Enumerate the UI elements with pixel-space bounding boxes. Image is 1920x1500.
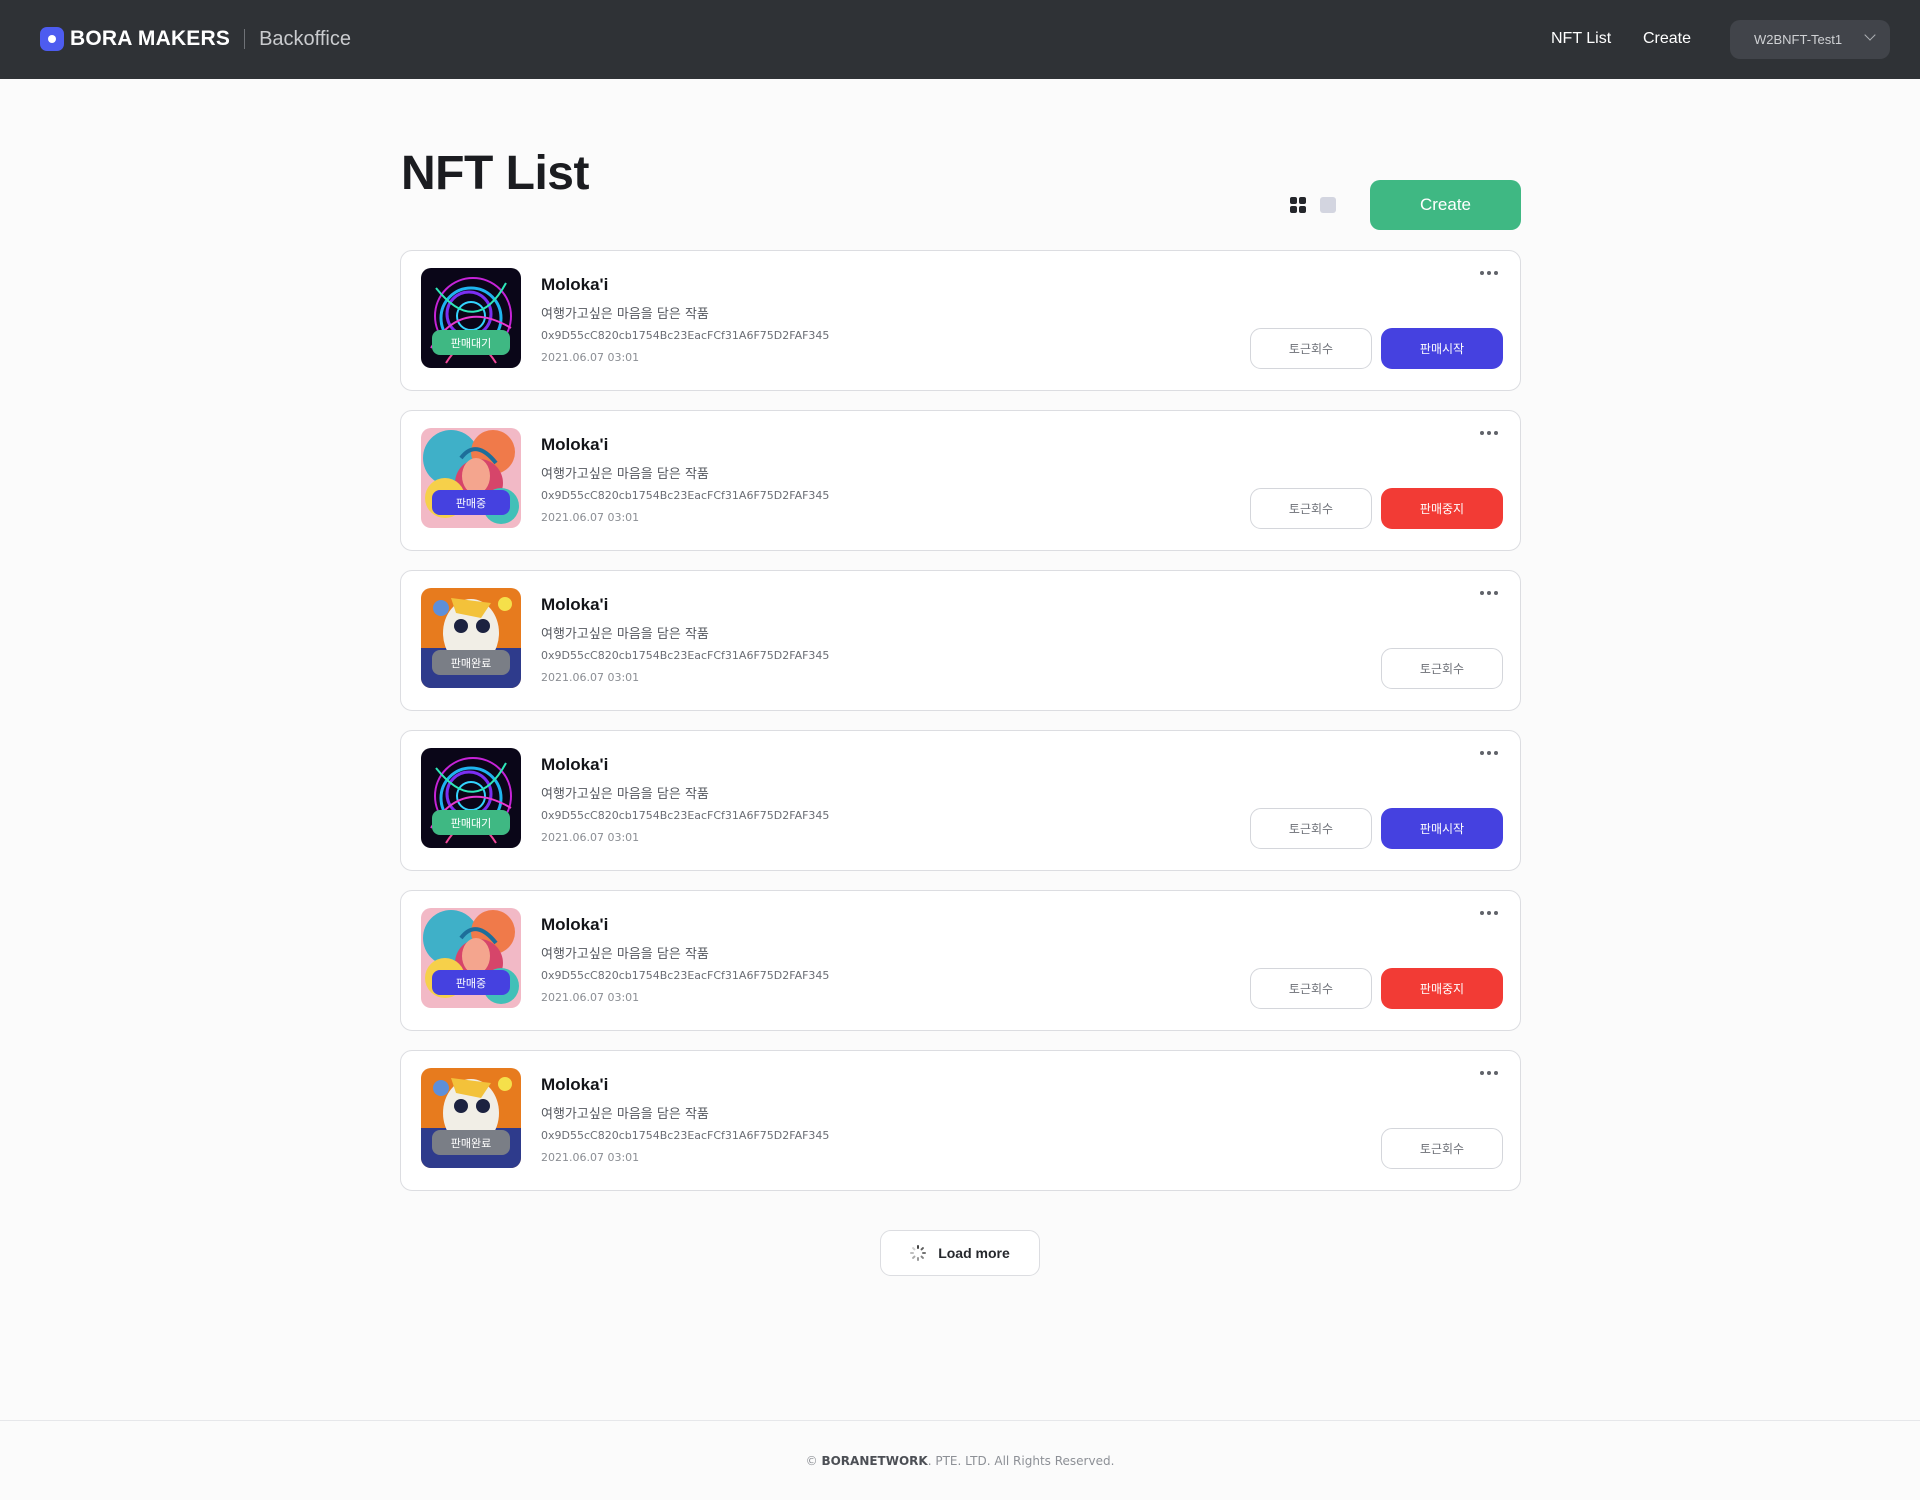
token-recall-button[interactable]: 토근회수: [1250, 808, 1372, 849]
nft-name: Moloka'i: [541, 595, 609, 614]
bora-logo-icon: [40, 27, 64, 51]
nft-card: 판매대기 Moloka'i 여행가고싶은 마음을 담은 작품 0x9D55cC820c…: [400, 730, 1521, 871]
nft-name: Moloka'i: [541, 275, 609, 294]
status-badge: 판매대기: [432, 330, 510, 355]
nft-date: 2021.06.07 03:01: [541, 351, 640, 364]
more-options-icon[interactable]: [1480, 271, 1498, 277]
status-badge: 판매중: [432, 970, 510, 995]
nft-description: 여행가고싶은 마음을 담은 작품: [541, 307, 709, 322]
logo[interactable]: BORA MAKERS Backoffice: [40, 27, 351, 51]
token-recall-button[interactable]: 토근회수: [1381, 648, 1503, 689]
more-options-icon[interactable]: [1480, 591, 1498, 597]
nav-create[interactable]: Create: [1643, 30, 1691, 48]
nft-name: Moloka'i: [541, 435, 609, 454]
nft-card: 판매완료 Moloka'i 여행가고싶은 마음을 담은 작품 0x9D55cC820c…: [400, 570, 1521, 711]
chevron-down-icon: [1864, 29, 1876, 41]
nft-thumbnail[interactable]: 판매대기: [421, 748, 521, 848]
nft-date: 2021.06.07 03:01: [541, 671, 640, 684]
nft-date: 2021.06.07 03:01: [541, 831, 640, 844]
nft-description: 여행가고싶은 마음을 담은 작품: [541, 947, 709, 962]
nft-name: Moloka'i: [541, 1075, 609, 1094]
stop-sale-button[interactable]: 판매중지: [1381, 968, 1503, 1009]
nft-description: 여행가고싶은 마음을 담은 작품: [541, 627, 709, 642]
nft-thumbnail[interactable]: 판매완료: [421, 588, 521, 688]
token-recall-button[interactable]: 토근회수: [1250, 488, 1372, 529]
more-options-icon[interactable]: [1480, 751, 1498, 757]
account-dropdown[interactable]: W2BNFT-Test1: [1730, 20, 1890, 59]
nav-nft-list[interactable]: NFT List: [1551, 30, 1611, 48]
nft-card: 판매중 Moloka'i 여행가고싶은 마음을 담은 작품 0x9D55cC820cb…: [400, 410, 1521, 551]
list-view-icon[interactable]: [1320, 197, 1336, 213]
token-recall-button[interactable]: 토근회수: [1250, 328, 1372, 369]
more-options-icon[interactable]: [1480, 911, 1498, 917]
brand-name: BORA MAKERS: [70, 27, 231, 50]
token-recall-button[interactable]: 토근회수: [1250, 968, 1372, 1009]
status-badge: 판매완료: [432, 1130, 510, 1155]
footer-company: BORANETWORK: [821, 1454, 928, 1468]
nft-card: 판매완료 Moloka'i 여행가고싶은 마음을 담은 작품 0x9D55cC820c…: [400, 1050, 1521, 1191]
status-badge: 판매중: [432, 490, 510, 515]
nft-description: 여행가고싶은 마음을 담은 작품: [541, 787, 709, 802]
nft-name: Moloka'i: [541, 755, 609, 774]
nft-contract-address: 0x9D55cC820cb1754Bc23EacFCf31A6F75D2FAF3…: [541, 809, 830, 822]
nft-contract-address: 0x9D55cC820cb1754Bc23EacFCf31A6F75D2FAF3…: [541, 329, 830, 342]
nft-name: Moloka'i: [541, 915, 609, 934]
stop-sale-button[interactable]: 판매중지: [1381, 488, 1503, 529]
nft-thumbnail[interactable]: 판매완료: [421, 1068, 521, 1168]
start-sale-button[interactable]: 판매시작: [1381, 808, 1503, 849]
create-button[interactable]: Create: [1370, 180, 1521, 230]
nft-date: 2021.06.07 03:01: [541, 511, 640, 524]
footer-divider: [0, 1420, 1920, 1421]
nft-contract-address: 0x9D55cC820cb1754Bc23EacFCf31A6F75D2FAF3…: [541, 969, 830, 982]
nft-contract-address: 0x9D55cC820cb1754Bc23EacFCf31A6F75D2FAF3…: [541, 489, 830, 502]
nft-contract-address: 0x9D55cC820cb1754Bc23EacFCf31A6F75D2FAF3…: [541, 649, 830, 662]
more-options-icon[interactable]: [1480, 1071, 1498, 1077]
copyright-symbol: ©: [805, 1454, 818, 1468]
nft-thumbnail[interactable]: 판매중: [421, 428, 521, 528]
nft-description: 여행가고싶은 마음을 담은 작품: [541, 1107, 709, 1122]
nft-card: 판매중 Moloka'i 여행가고싶은 마음을 담은 작품 0x9D55cC820cb…: [400, 890, 1521, 1031]
top-navigation-bar: BORA MAKERS Backoffice NFT List Create W…: [0, 0, 1920, 79]
loading-spinner-icon: [910, 1245, 927, 1261]
load-more-label: Load more: [938, 1245, 1010, 1261]
nft-contract-address: 0x9D55cC820cb1754Bc23EacFCf31A6F75D2FAF3…: [541, 1129, 830, 1142]
more-options-icon[interactable]: [1480, 431, 1498, 437]
status-badge: 판매대기: [432, 810, 510, 835]
account-name: W2BNFT-Test1: [1754, 32, 1843, 47]
nft-thumbnail[interactable]: 판매대기: [421, 268, 521, 368]
status-badge: 판매완료: [432, 650, 510, 675]
nft-date: 2021.06.07 03:01: [541, 991, 640, 1004]
load-more-button[interactable]: Load more: [880, 1230, 1040, 1276]
section-name: Backoffice: [259, 27, 351, 50]
logo-divider: [244, 29, 246, 49]
start-sale-button[interactable]: 판매시작: [1381, 328, 1503, 369]
nft-card: 판매대기 Moloka'i 여행가고싶은 마음을 담은 작품 0x9D55cC820c…: [400, 250, 1521, 391]
nft-thumbnail[interactable]: 판매중: [421, 908, 521, 1008]
nft-date: 2021.06.07 03:01: [541, 1151, 640, 1164]
grid-view-icon[interactable]: [1290, 197, 1306, 213]
nft-description: 여행가고싶은 마음을 담은 작품: [541, 467, 709, 482]
page-title: NFT List: [401, 147, 589, 200]
footer: © BORANETWORK. PTE. LTD. All Rights Rese…: [0, 1454, 1920, 1468]
token-recall-button[interactable]: 토근회수: [1381, 1128, 1503, 1169]
footer-rights: . PTE. LTD. All Rights Reserved.: [927, 1454, 1115, 1468]
